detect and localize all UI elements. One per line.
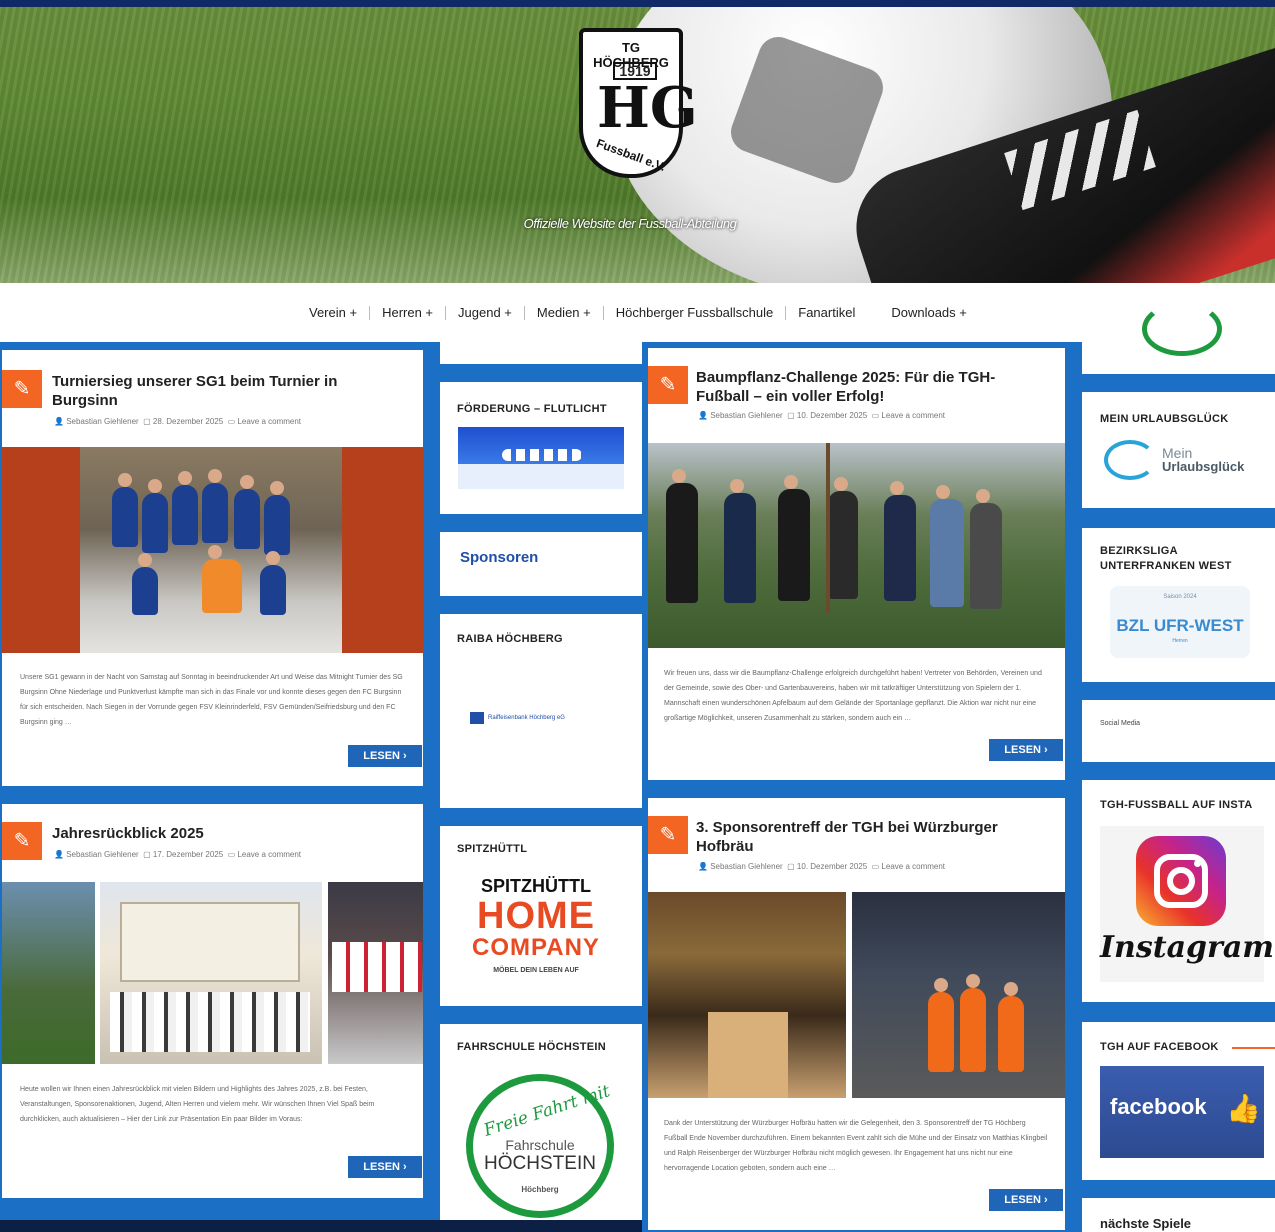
heart-plane-icon	[1104, 440, 1156, 480]
raiba-icon	[470, 712, 484, 724]
page: TG HÖCHBERG 1919 HG Fussball e.V. Offizi…	[0, 0, 1275, 1232]
post-excerpt: Unsere SG1 gewann in der Nacht von Samst…	[20, 674, 403, 726]
post-meta: 👤 Sebastian Giehlener ▢ 10. Dezember 202…	[698, 862, 946, 871]
pencil-icon: ✎	[2, 370, 42, 408]
sponsoren-link[interactable]: Sponsoren	[460, 549, 538, 566]
post-title[interactable]: Baumpflanz-Challenge 2025: Für die TGH-F…	[696, 368, 1046, 406]
read-more-button[interactable]: LESEN ›	[989, 1189, 1063, 1211]
nav-item-verein[interactable]: Verein +	[297, 305, 369, 320]
post-image[interactable]	[2, 882, 423, 1064]
pencil-icon: ✎	[648, 366, 688, 404]
header-banner: TG HÖCHBERG 1919 HG Fussball e.V. Offizi…	[0, 0, 1275, 283]
post-meta: 👤 Sebastian Giehlener ▢ 28. Dezember 202…	[54, 417, 302, 426]
post-excerpt: Wir freuen uns, dass wir die Baumpflanz-…	[664, 670, 1042, 722]
pencil-icon: ✎	[648, 816, 688, 854]
nav-item-herren[interactable]: Herren +	[370, 305, 445, 320]
widget-top-partial	[1082, 302, 1275, 374]
read-more-button[interactable]: LESEN ›	[348, 1156, 422, 1178]
post-meta: 👤 Sebastian Giehlener ▢ 17. Dezember 202…	[54, 850, 302, 859]
club-logo[interactable]: TG HÖCHBERG 1919 HG Fussball e.V.	[579, 28, 698, 178]
widget-fahrschule: FAHRSCHULE HÖCHSTEIN Freie Fahrt mit Fah…	[440, 1024, 642, 1224]
post-meta: 👤 Sebastian Giehlener ▢ 10. Dezember 202…	[698, 411, 946, 420]
main-navigation: Verein + Herren + Jugend + Medien + Höch…	[0, 283, 1275, 342]
read-more-button[interactable]: LESEN ›	[348, 745, 422, 767]
bzl-logo[interactable]: Saison 2024 BZL UFR-WEST Herren	[1110, 586, 1250, 658]
post-card: ✎ Jahresrückblick 2025 👤 Sebastian Giehl…	[2, 804, 423, 1198]
widget-spitzhuettl: SPITZHÜTTL SPITZHÜTTL HOME COMPANY MÖBEL…	[440, 826, 642, 1006]
site-tagline: Offizielle Website der Fussball-Abteilun…	[523, 216, 737, 231]
post-card: ✎ Turniersieg unserer SG1 beim Turnier i…	[2, 350, 423, 786]
nav-item-jugend[interactable]: Jugend +	[446, 305, 524, 320]
widget-sponsoren: Sponsoren	[440, 532, 642, 596]
post-title[interactable]: Turniersieg unserer SG1 beim Turnier in …	[52, 372, 392, 410]
facebook-banner[interactable]: facebook 👍	[1100, 1066, 1264, 1158]
post-card: ✎ Baumpflanz-Challenge 2025: Für die TGH…	[648, 348, 1065, 780]
post-title[interactable]: 3. Sponsorentreff der TGH bei Würzburger…	[696, 818, 1046, 856]
widget-naechste-spiele: nächste Spiele	[1082, 1198, 1275, 1232]
post-card: ✎ 3. Sponsorentreff der TGH bei Würzburg…	[648, 798, 1065, 1230]
widget-raiba: RAIBA HÖCHBERG Raiffeisenbank Höchberg e…	[440, 614, 642, 808]
post-title[interactable]: Jahresrückblick 2025	[52, 824, 392, 843]
pencil-icon: ✎	[2, 822, 42, 860]
post-excerpt: Heute wollen wir Ihnen einen Jahresrückb…	[20, 1086, 375, 1123]
fahrschule-logo[interactable]: Freie Fahrt mit Fahrschule HÖCHSTEIN Höc…	[466, 1074, 614, 1218]
spitzhuettl-logo[interactable]: SPITZHÜTTL HOME COMPANY MÖBEL DEIN LEBEN…	[466, 876, 606, 974]
nav-item-fanartikel[interactable]: Fanartikel	[786, 305, 879, 320]
social-media-link[interactable]: Social Media	[1100, 720, 1140, 727]
post-image[interactable]	[648, 892, 1065, 1098]
post-image[interactable]	[648, 443, 1065, 648]
nav-item-medien[interactable]: Medien +	[525, 305, 603, 320]
thumbs-up-icon: 👍	[1226, 1093, 1261, 1124]
widget-bezirksliga: BEZIRKSLIGA UNTERFRANKEN WEST Saison 202…	[1082, 528, 1275, 682]
widget-facebook: TGH AUF FACEBOOK facebook 👍	[1082, 1022, 1275, 1180]
instagram-icon	[1136, 836, 1226, 926]
urlaubsglueck-logo[interactable]: Mein Urlaubsglück	[1104, 440, 1244, 480]
flutlicht-banner[interactable]	[458, 427, 624, 489]
post-image[interactable]	[2, 447, 423, 653]
nav-item-fussballschule[interactable]: Höchberger Fussballschule	[604, 305, 786, 320]
widget-instagram: TGH-FUSSBALL AUF INSTA Instagram	[1082, 780, 1275, 1002]
widget-social-media: Social Media	[1082, 700, 1275, 762]
nav-item-downloads[interactable]: Downloads +	[879, 305, 979, 320]
post-excerpt: Dank der Unterstützung der Würzburger Ho…	[664, 1120, 1048, 1172]
read-more-button[interactable]: LESEN ›	[989, 739, 1063, 761]
widget-empty	[440, 342, 642, 364]
widget-urlaubsglueck: MEIN URLAUBSGLÜCK Mein Urlaubsglück	[1082, 392, 1275, 508]
instagram-banner[interactable]: Instagram	[1100, 826, 1274, 982]
widget-foerderung: FÖRDERUNG – FLUTLICHT	[440, 382, 642, 514]
raiba-logo[interactable]: Raiffeisenbank Höchberg eG	[470, 712, 565, 724]
